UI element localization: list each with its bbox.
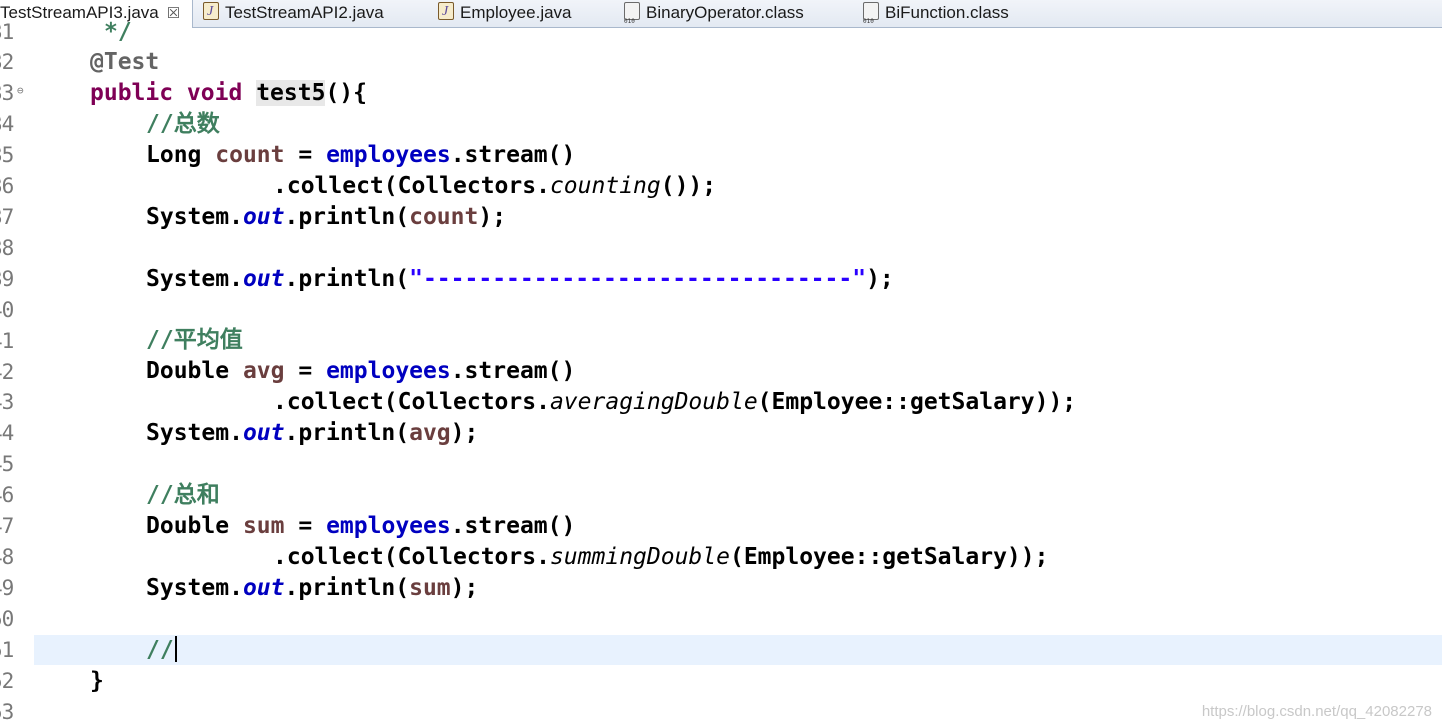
line-number: 43 — [0, 390, 14, 414]
fold-collapse-icon[interactable]: ⊖ — [17, 84, 24, 97]
code-line-31: */ — [104, 19, 132, 45]
line-number: 42 — [0, 360, 14, 384]
line-number: 39 — [0, 267, 14, 291]
line-number: 44 — [0, 421, 14, 445]
line-number: 33 — [0, 81, 14, 105]
code-line-37: System.out.println(count); — [146, 204, 507, 230]
code-line-48: .collect(Collectors.summingDouble(Employ… — [273, 544, 1049, 570]
code-line-42: Double avg = employees.stream() — [146, 358, 576, 384]
code-editor[interactable]: */ @Test public void test5(){ //总数 Long … — [0, 0, 1442, 728]
code-line-36: .collect(Collectors.counting()); — [273, 173, 717, 199]
line-number: 51 — [0, 638, 14, 662]
line-number: 37 — [0, 205, 14, 229]
line-number: 35 — [0, 143, 14, 167]
code-line-43: .collect(Collectors.averagingDouble(Empl… — [273, 389, 1077, 415]
line-number: 38 — [0, 236, 14, 260]
line-number: 32 — [0, 50, 14, 74]
code-line-34: //总数 — [146, 111, 220, 137]
code-line-51: // — [146, 635, 177, 666]
line-number: 49 — [0, 576, 14, 600]
line-number: 45 — [0, 452, 14, 476]
line-number-gutter: 31 32 33 34 35 36 37 38 39 40 41 42 43 4… — [0, 20, 30, 728]
watermark: https://blog.csdn.net/qq_42082278 — [1201, 703, 1432, 720]
line-number: 36 — [0, 174, 14, 198]
line-number: 50 — [0, 607, 14, 631]
code-line-46: //总和 — [146, 482, 220, 508]
line-number: 52 — [0, 669, 14, 693]
code-line-33: public void test5(){ — [90, 80, 367, 106]
code-line-44: System.out.println(avg); — [146, 420, 479, 446]
code-line-32: @Test — [90, 49, 160, 75]
code-line-41: //平均值 — [146, 327, 243, 353]
line-number: 31 — [0, 20, 14, 44]
line-number: 53 — [0, 700, 14, 724]
code-line-47: Double sum = employees.stream() — [146, 513, 576, 539]
code-line-49: System.out.println(sum); — [146, 575, 479, 601]
line-number: 40 — [0, 298, 14, 322]
code-line-52: } — [90, 668, 104, 694]
line-number: 48 — [0, 545, 14, 569]
line-number: 46 — [0, 483, 14, 507]
line-number: 41 — [0, 329, 14, 353]
method-name-highlight: test5 — [256, 80, 326, 106]
code-line-35: Long count = employees.stream() — [146, 142, 576, 168]
line-number: 34 — [0, 112, 14, 136]
line-number: 47 — [0, 514, 14, 538]
current-line-highlight — [34, 635, 1442, 665]
text-caret — [174, 636, 177, 662]
code-line-39: System.out.println("--------------------… — [146, 266, 894, 292]
